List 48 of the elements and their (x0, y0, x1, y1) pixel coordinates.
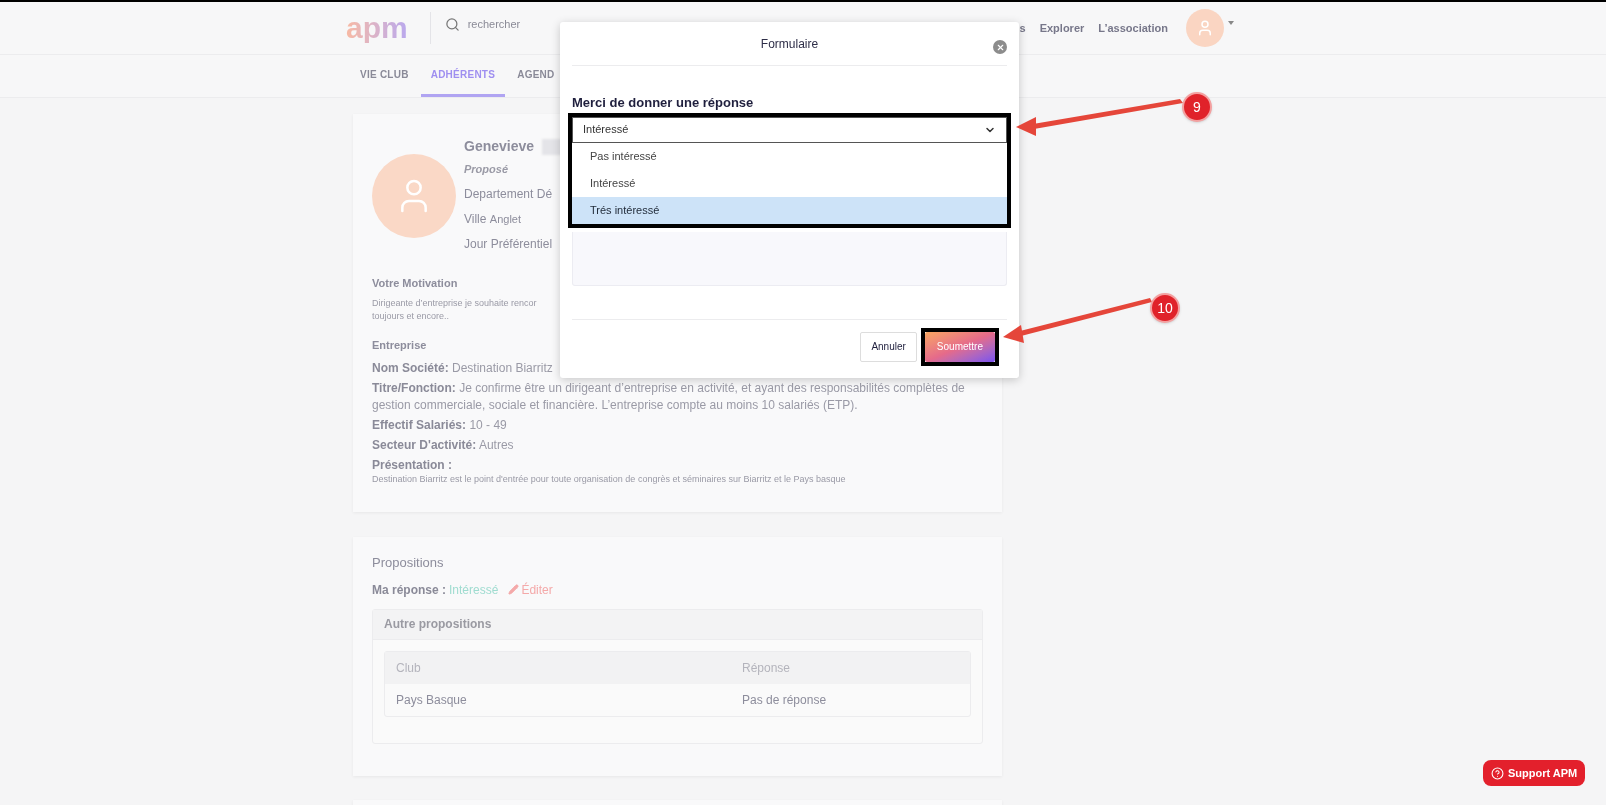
select-field[interactable]: Intéressé (572, 116, 1007, 143)
member-name: Genevieve (464, 137, 535, 156)
tab[interactable]: AGEND (507, 67, 565, 97)
section-title: Votre Motivation (372, 275, 459, 291)
panel-header: Autre propositions (373, 609, 982, 640)
column-header: Réponse (742, 659, 792, 677)
answer-label: Ma réponse : (372, 581, 446, 599)
close-button[interactable] (993, 40, 1007, 54)
company-fact: Nom Société: Destination Biarritz (372, 359, 554, 377)
dropdown-option[interactable]: Trés intéressé (572, 196, 1007, 224)
close-icon (995, 42, 1005, 52)
step-number: 10 (1150, 293, 1180, 323)
search-field[interactable]: rechercher (444, 15, 595, 33)
dropdown-option[interactable]: Pas intéressé (572, 142, 1007, 170)
cancel-button[interactable]: Annuler (860, 331, 917, 362)
pencil-icon (508, 584, 520, 595)
answer-value: Intéressé (449, 581, 499, 599)
caret-icon (1228, 21, 1234, 25)
search-icon (444, 16, 460, 32)
question-label: Merci de donner une réponse (572, 94, 755, 112)
dialog-title: Formulaire (760, 35, 819, 53)
submit-button[interactable]: Soumettre (924, 331, 995, 362)
company-fact: Effectif Salariés: 10 - 49 (372, 416, 508, 434)
presentation-text: Destination Biarritz est le point d'entrée pour toute organisation de congrès et séminaires sur Biarritz et le Pays basque (372, 472, 847, 486)
dropdown-option[interactable]: Intéressé (572, 169, 1007, 197)
nav-link[interactable]: Explorer (1039, 19, 1085, 37)
step-number: 9 (1182, 92, 1212, 122)
profile-detail: Departement Dé (464, 185, 554, 203)
member-status: Proposé (464, 162, 509, 177)
nav-link[interactable]: s (1019, 19, 1026, 37)
nav-link[interactable]: L’association (1098, 19, 1168, 37)
support-button[interactable]: Support APM (1483, 760, 1586, 786)
avatar-button[interactable] (1186, 9, 1224, 47)
help-icon (1491, 766, 1504, 780)
presentation-label: Présentation : (372, 456, 453, 474)
person-icon (1196, 19, 1214, 37)
tab[interactable]: ADHÉRENTS (420, 67, 506, 97)
tab[interactable]: VIE CLUB (350, 67, 419, 97)
table-cell-text: Pas de réponse (742, 691, 828, 709)
column-header: Club (396, 659, 422, 677)
table-cell-text: Pays Basque (396, 691, 468, 709)
company-fact: Titre/Fonction: Je confirme être un dirigeant d’entreprise en activité, et ayant des responsabilités complètes de gestion commerciale, sociale et financière. L’entreprise compte au moins 10 salariés (ETP). (372, 379, 966, 414)
company-fact: Secteur D'activité: Autres (372, 436, 515, 454)
section-title: Propositions (372, 554, 445, 572)
profile-detail: Jour Préférentiel (464, 235, 554, 253)
profile-detail: Ville Anglet (464, 210, 522, 228)
section-title: Entreprise (372, 338, 427, 353)
motivation-text: Dirigeante d’entreprise je souhaite rencor toujours et encore.. (372, 297, 538, 323)
